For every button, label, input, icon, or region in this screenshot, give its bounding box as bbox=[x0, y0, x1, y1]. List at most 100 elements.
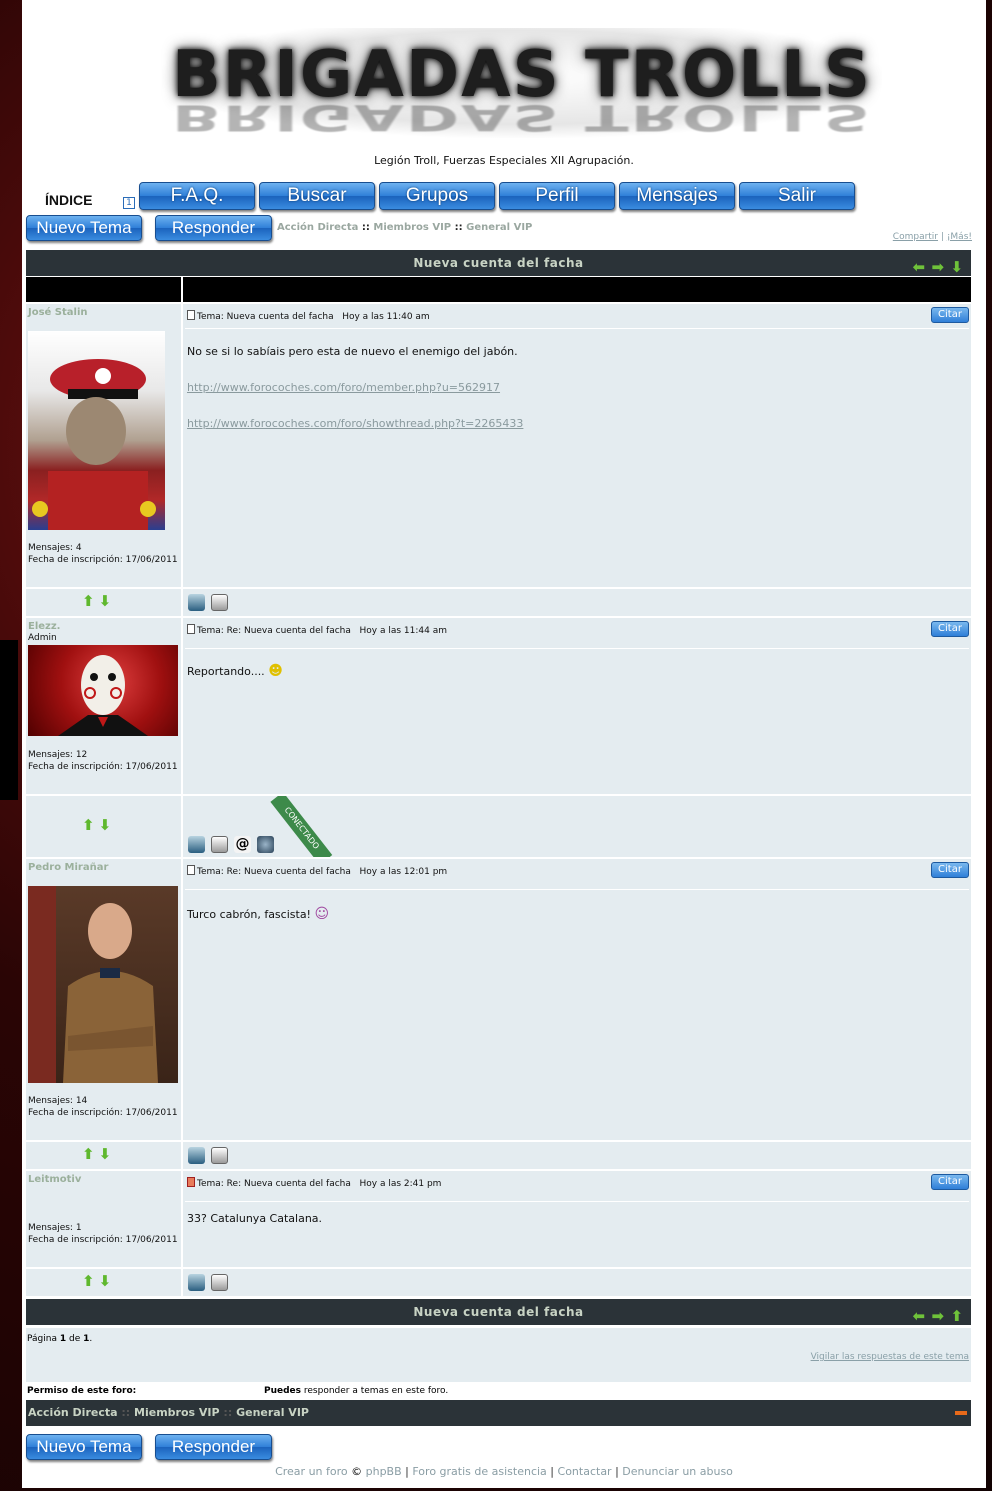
prev-topic-icon[interactable]: ⬅ bbox=[911, 259, 927, 275]
post-subject: Tema: Re: Nueva cuenta del facha bbox=[197, 867, 351, 877]
permissions-row: Permiso de este foro: Puedes responder a… bbox=[26, 1383, 971, 1399]
smiley-icon: ☻ bbox=[268, 663, 283, 679]
post-count: Mensajes: 12 bbox=[28, 750, 88, 760]
next-topic-icon[interactable]: ➡ bbox=[930, 1308, 946, 1324]
topic-title: Nueva cuenta del facha bbox=[413, 256, 584, 270]
post-icon bbox=[187, 624, 195, 634]
post-author[interactable]: Pedro Mirañar bbox=[28, 862, 108, 873]
more-link[interactable]: ¡Más! bbox=[947, 232, 972, 242]
page-indicator[interactable]: 1 bbox=[123, 197, 135, 209]
post: José Stalin Mensajes: 4 Fecha de inscrip… bbox=[26, 304, 971, 587]
post-count: Mensajes: 4 bbox=[28, 543, 82, 553]
vote-cell: ⬆⬇ bbox=[26, 796, 181, 857]
nav-faq-button[interactable]: F.A.Q. bbox=[139, 182, 255, 210]
join-date: Fecha de inscripción: 17/06/2011 bbox=[28, 555, 178, 565]
breadcrumb: Acción Directa :: Miembros VIP :: Genera… bbox=[277, 222, 532, 233]
nav-profile-button[interactable]: Perfil bbox=[499, 182, 615, 210]
breadcrumb-item[interactable]: Miembros VIP bbox=[373, 222, 451, 233]
footer-link[interactable]: Crear un foro bbox=[275, 1465, 348, 1478]
avatar bbox=[28, 645, 178, 736]
permissions-text: Puedes responder a temas en este foro. bbox=[264, 1386, 448, 1396]
post-content-panel: Tema: Re: Nueva cuenta del facha Hoy a l… bbox=[183, 618, 971, 794]
post-author[interactable]: José Stalin bbox=[28, 307, 88, 318]
vote-arrows-icon[interactable]: ⬆⬇ bbox=[82, 1145, 115, 1163]
post-body: No se si lo sabíais pero esta de nuevo e… bbox=[187, 344, 523, 432]
new-topic-button[interactable]: Nuevo Tema bbox=[26, 1434, 142, 1460]
prev-topic-icon[interactable]: ⬅ bbox=[911, 1308, 927, 1324]
post-subject: Tema: Re: Nueva cuenta del facha bbox=[197, 626, 351, 636]
reply-button[interactable]: Responder bbox=[155, 1434, 272, 1460]
share-link[interactable]: Compartir bbox=[893, 232, 938, 242]
profile-icon[interactable] bbox=[188, 1274, 205, 1291]
new-topic-button[interactable]: Nuevo Tema bbox=[26, 215, 142, 241]
post-header: Tema: Re: Nueva cuenta del facha Hoy a l… bbox=[187, 865, 447, 877]
footer-credits: Crear un foro © phpBB | Foro gratis de a… bbox=[22, 1465, 986, 1478]
background-graphic bbox=[0, 640, 18, 800]
private-message-icon[interactable] bbox=[211, 1147, 228, 1164]
nav-messages-button[interactable]: Mensajes bbox=[619, 182, 735, 210]
quote-button[interactable]: Citar bbox=[931, 307, 969, 323]
footer-link[interactable]: phpBB bbox=[366, 1465, 402, 1478]
site-logo[interactable]: BRIGADAS TROLLS BRIGADAS TROLLS bbox=[162, 28, 882, 138]
footer-separator: | bbox=[550, 1465, 555, 1478]
scroll-up-icon[interactable]: ⬆ bbox=[949, 1308, 965, 1324]
collapse-icon[interactable] bbox=[955, 1411, 967, 1415]
post-body: Turco cabrón, fascista! ☺ bbox=[187, 906, 329, 923]
breadcrumb-bottom: Acción Directa :: Miembros VIP :: Genera… bbox=[26, 1400, 971, 1426]
quote-button[interactable]: Citar bbox=[931, 862, 969, 878]
scroll-down-icon[interactable]: ⬇ bbox=[949, 259, 965, 275]
topic-nav-arrows: ⬅ ➡ ⬆ bbox=[908, 1304, 965, 1324]
next-topic-icon[interactable]: ➡ bbox=[930, 259, 946, 275]
post-author[interactable]: Leitmotiv bbox=[28, 1174, 81, 1185]
vote-arrows-icon[interactable]: ⬆⬇ bbox=[82, 592, 115, 610]
nav-search-button[interactable]: Buscar bbox=[259, 182, 375, 210]
footer-link[interactable]: Contactar bbox=[558, 1465, 612, 1478]
nav-index[interactable]: ÍNDICE bbox=[45, 192, 92, 208]
breadcrumb-item[interactable]: Acción Directa bbox=[28, 1406, 118, 1419]
post-count: Mensajes: 14 bbox=[28, 1096, 88, 1106]
post-time: Hoy a las 12:01 pm bbox=[359, 867, 448, 877]
post-header: Tema: Re: Nueva cuenta del facha Hoy a l… bbox=[187, 1177, 441, 1189]
breadcrumb-separator: :: bbox=[361, 222, 370, 233]
vote-cell: ⬆⬇ bbox=[26, 1269, 181, 1296]
vote-arrows-icon[interactable]: ⬆⬇ bbox=[82, 1272, 115, 1290]
post-author[interactable]: Elezz. bbox=[28, 621, 60, 632]
post-divider bbox=[185, 1201, 969, 1202]
topic-title-bar: Nueva cuenta del facha ⬅ ➡ ⬇ bbox=[26, 250, 971, 276]
quote-button[interactable]: Citar bbox=[931, 1174, 969, 1190]
website-icon[interactable] bbox=[257, 836, 274, 853]
private-message-icon[interactable] bbox=[211, 1274, 228, 1291]
footer-separator: | bbox=[405, 1465, 409, 1478]
watch-topic-link[interactable]: Vigilar las respuestas de este tema bbox=[811, 1352, 969, 1362]
footer-link[interactable]: Denunciar un abuso bbox=[622, 1465, 733, 1478]
post-time: Hoy a las 11:44 am bbox=[359, 626, 447, 636]
vote-cell: ⬆⬇ bbox=[26, 589, 181, 616]
nav-logout-button[interactable]: Salir bbox=[739, 182, 855, 210]
permissions-can: Puedes bbox=[264, 1386, 302, 1396]
breadcrumb-item[interactable]: General VIP bbox=[466, 222, 532, 233]
pagination: Página 1 de 1. bbox=[27, 1334, 93, 1344]
breadcrumb-item[interactable]: Acción Directa bbox=[277, 222, 358, 233]
profile-icon[interactable] bbox=[188, 836, 205, 853]
permissions-label: Permiso de este foro: bbox=[27, 1386, 137, 1396]
email-icon[interactable]: @ bbox=[234, 836, 251, 853]
breadcrumb-item[interactable]: General VIP bbox=[236, 1406, 309, 1419]
profile-icon[interactable] bbox=[188, 594, 205, 611]
post-link[interactable]: http://www.forocoches.com/foro/member.ph… bbox=[187, 380, 523, 396]
private-message-icon[interactable] bbox=[211, 594, 228, 611]
footer-link[interactable]: Foro gratis de asistencia bbox=[412, 1465, 546, 1478]
profile-icon[interactable] bbox=[188, 1147, 205, 1164]
post-link[interactable]: http://www.forocoches.com/foro/showthrea… bbox=[187, 416, 523, 432]
post-author-panel: Elezz. Admin Mensajes: 12 Fecha de inscr… bbox=[26, 618, 181, 794]
footer-separator: | bbox=[615, 1465, 619, 1478]
join-date: Fecha de inscripción: 17/06/2011 bbox=[28, 762, 178, 772]
post-subject: Tema: Nueva cuenta del facha bbox=[197, 312, 334, 322]
private-message-icon[interactable] bbox=[211, 836, 228, 853]
nav-groups-button[interactable]: Grupos bbox=[379, 182, 495, 210]
breadcrumb-item[interactable]: Miembros VIP bbox=[134, 1406, 220, 1419]
pagination-prefix: Página bbox=[27, 1334, 57, 1344]
reply-button[interactable]: Responder bbox=[155, 215, 272, 241]
vote-arrows-icon[interactable]: ⬆⬇ bbox=[82, 816, 115, 834]
quote-button[interactable]: Citar bbox=[931, 621, 969, 637]
topic-title-bar-bottom: Nueva cuenta del facha ⬅ ➡ ⬆ bbox=[26, 1299, 971, 1325]
